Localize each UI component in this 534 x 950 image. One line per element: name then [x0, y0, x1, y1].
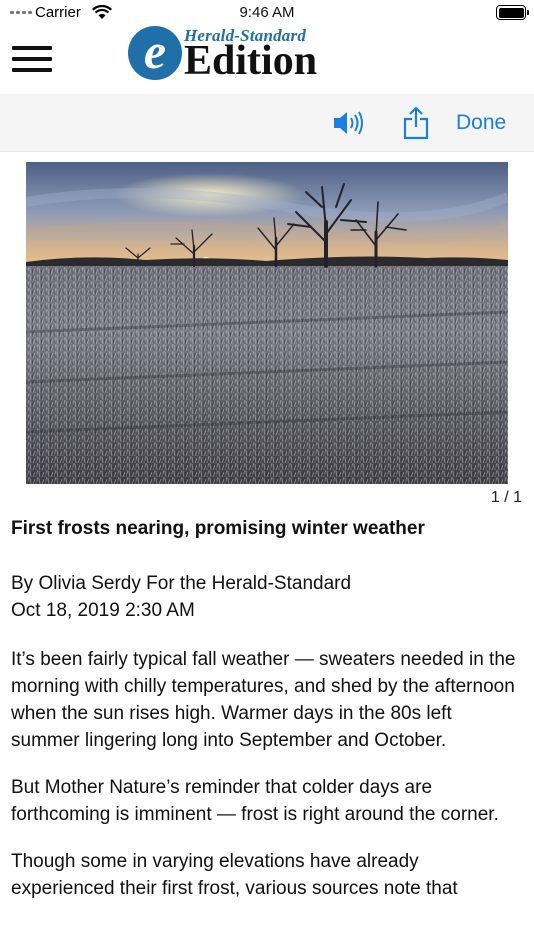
frosty-field-image	[26, 162, 508, 484]
logo-e-mark: e	[128, 26, 182, 80]
article-paragraph: But Mother Nature’s reminder that colder…	[11, 777, 499, 825]
speaker-icon[interactable]	[332, 110, 364, 136]
hamburger-menu-icon[interactable]	[12, 46, 52, 72]
done-button[interactable]: Done	[456, 111, 506, 135]
article-byline: By Olivia Serdy For the Herald-Standard	[11, 573, 352, 594]
share-icon[interactable]	[402, 106, 430, 140]
article-photo[interactable]	[26, 162, 508, 484]
article-toolbar: Done	[0, 94, 534, 152]
article-body: First frosts nearing, promising winter w…	[11, 516, 525, 902]
battery-icon	[496, 5, 529, 20]
article-date: Oct 18, 2019 2:30 AM	[11, 600, 195, 621]
app-header: e Herald-Standard Edition	[0, 26, 534, 94]
article-headline: First frosts nearing, promising winter w…	[11, 518, 425, 539]
logo-edition-wordmark: Edition	[184, 38, 318, 84]
article-paragraph: It’s been fairly typical fall weather — …	[11, 649, 516, 751]
clock: 9:46 AM	[239, 4, 295, 21]
article-paragraph: Though some in varying elevations have a…	[11, 851, 458, 899]
status-bar: Carrier 9:46 AM	[0, 0, 534, 26]
photo-counter: 1 / 1	[490, 489, 522, 506]
e-edition-logo: e Herald-Standard Edition	[128, 26, 358, 82]
